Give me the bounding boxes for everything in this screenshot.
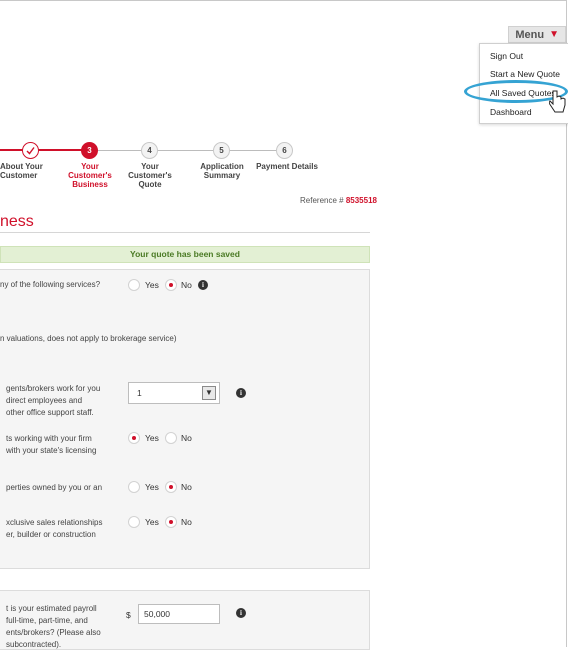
- services-no-radio[interactable]: [165, 279, 177, 291]
- chevron-down-icon[interactable]: ▼: [202, 386, 216, 400]
- step-5-circle[interactable]: 5: [213, 142, 230, 159]
- agents-count-value: 1: [137, 388, 142, 398]
- question-licensed-line2: with your state's licensing: [6, 446, 97, 455]
- menu-label: Menu: [515, 28, 545, 41]
- menu-item-new-quote[interactable]: Start a New Quote: [490, 69, 560, 79]
- menu-item-dashboard[interactable]: Dashboard: [490, 107, 532, 117]
- properties-no-label: No: [181, 482, 192, 492]
- saved-notification: Your quote has been saved: [0, 246, 370, 263]
- services-no-label: No: [181, 280, 192, 290]
- menu-item-sign-out[interactable]: Sign Out: [490, 51, 523, 61]
- hand-pointer-icon: [549, 90, 566, 113]
- question-payroll-line4: subcontracted).: [6, 640, 62, 649]
- question-exclusive-line1: xclusive sales relationships: [6, 518, 103, 527]
- section-title: ness: [0, 213, 34, 230]
- question-payroll-line3: ents/brokers? (Please also: [6, 628, 101, 637]
- agents-count-select[interactable]: 1 ▼: [128, 382, 220, 404]
- services-yes-radio[interactable]: [128, 279, 140, 291]
- menu-button[interactable]: Menu ▼: [508, 26, 566, 43]
- question-agents-line1: gents/brokers work for you: [6, 384, 101, 393]
- step-label-about-customer: About Your Customer: [0, 162, 43, 180]
- properties-yes-label: Yes: [145, 482, 159, 492]
- info-icon[interactable]: i: [236, 608, 246, 618]
- info-icon[interactable]: i: [236, 388, 246, 398]
- valuations-note: n valuations, does not apply to brokerag…: [0, 334, 177, 343]
- licensed-yes-label: Yes: [145, 433, 159, 443]
- licensed-no-label: No: [181, 433, 192, 443]
- currency-symbol: $: [126, 610, 131, 620]
- step-label-customer-quote: Your Customer's Quote: [128, 162, 172, 189]
- question-services: ny of the following services?: [0, 280, 101, 289]
- window-top-border: [0, 0, 566, 1]
- properties-yes-radio[interactable]: [128, 481, 140, 493]
- exclusive-no-label: No: [181, 517, 192, 527]
- exclusive-no-radio[interactable]: [165, 516, 177, 528]
- step-2-checkmark-icon[interactable]: [22, 142, 39, 159]
- question-licensed-line1: ts working with your firm: [6, 434, 92, 443]
- exclusive-yes-label: Yes: [145, 517, 159, 527]
- question-payroll-line2: full-time, part-time, and: [6, 616, 88, 625]
- question-properties: perties owned by you or an: [6, 483, 103, 492]
- step-4-circle[interactable]: 4: [141, 142, 158, 159]
- triangle-down-icon: ▼: [549, 29, 559, 40]
- step-connector-complete: [0, 149, 86, 151]
- step-3-circle[interactable]: 3: [81, 142, 98, 159]
- question-agents-line3: other office support staff.: [6, 408, 94, 417]
- question-exclusive-line2: er, builder or construction: [6, 530, 96, 539]
- licensed-no-radio[interactable]: [165, 432, 177, 444]
- question-agents-line2: direct employees and: [6, 396, 83, 405]
- info-icon[interactable]: i: [198, 280, 208, 290]
- step-label-customer-business: Your Customer's Business: [68, 162, 112, 189]
- question-payroll-line1: t is your estimated payroll: [6, 604, 97, 613]
- properties-no-radio[interactable]: [165, 481, 177, 493]
- step-connector-pending: [96, 150, 293, 151]
- step-label-application-summary: Application Summary: [200, 162, 244, 180]
- reference-number: Reference # 8535518: [300, 196, 377, 205]
- licensed-yes-radio[interactable]: [128, 432, 140, 444]
- exclusive-yes-radio[interactable]: [128, 516, 140, 528]
- step-label-payment-details: Payment Details: [256, 162, 318, 171]
- section-divider: [0, 232, 370, 233]
- step-6-circle[interactable]: 6: [276, 142, 293, 159]
- services-yes-label: Yes: [145, 280, 159, 290]
- payroll-input[interactable]: 50,000: [138, 604, 220, 624]
